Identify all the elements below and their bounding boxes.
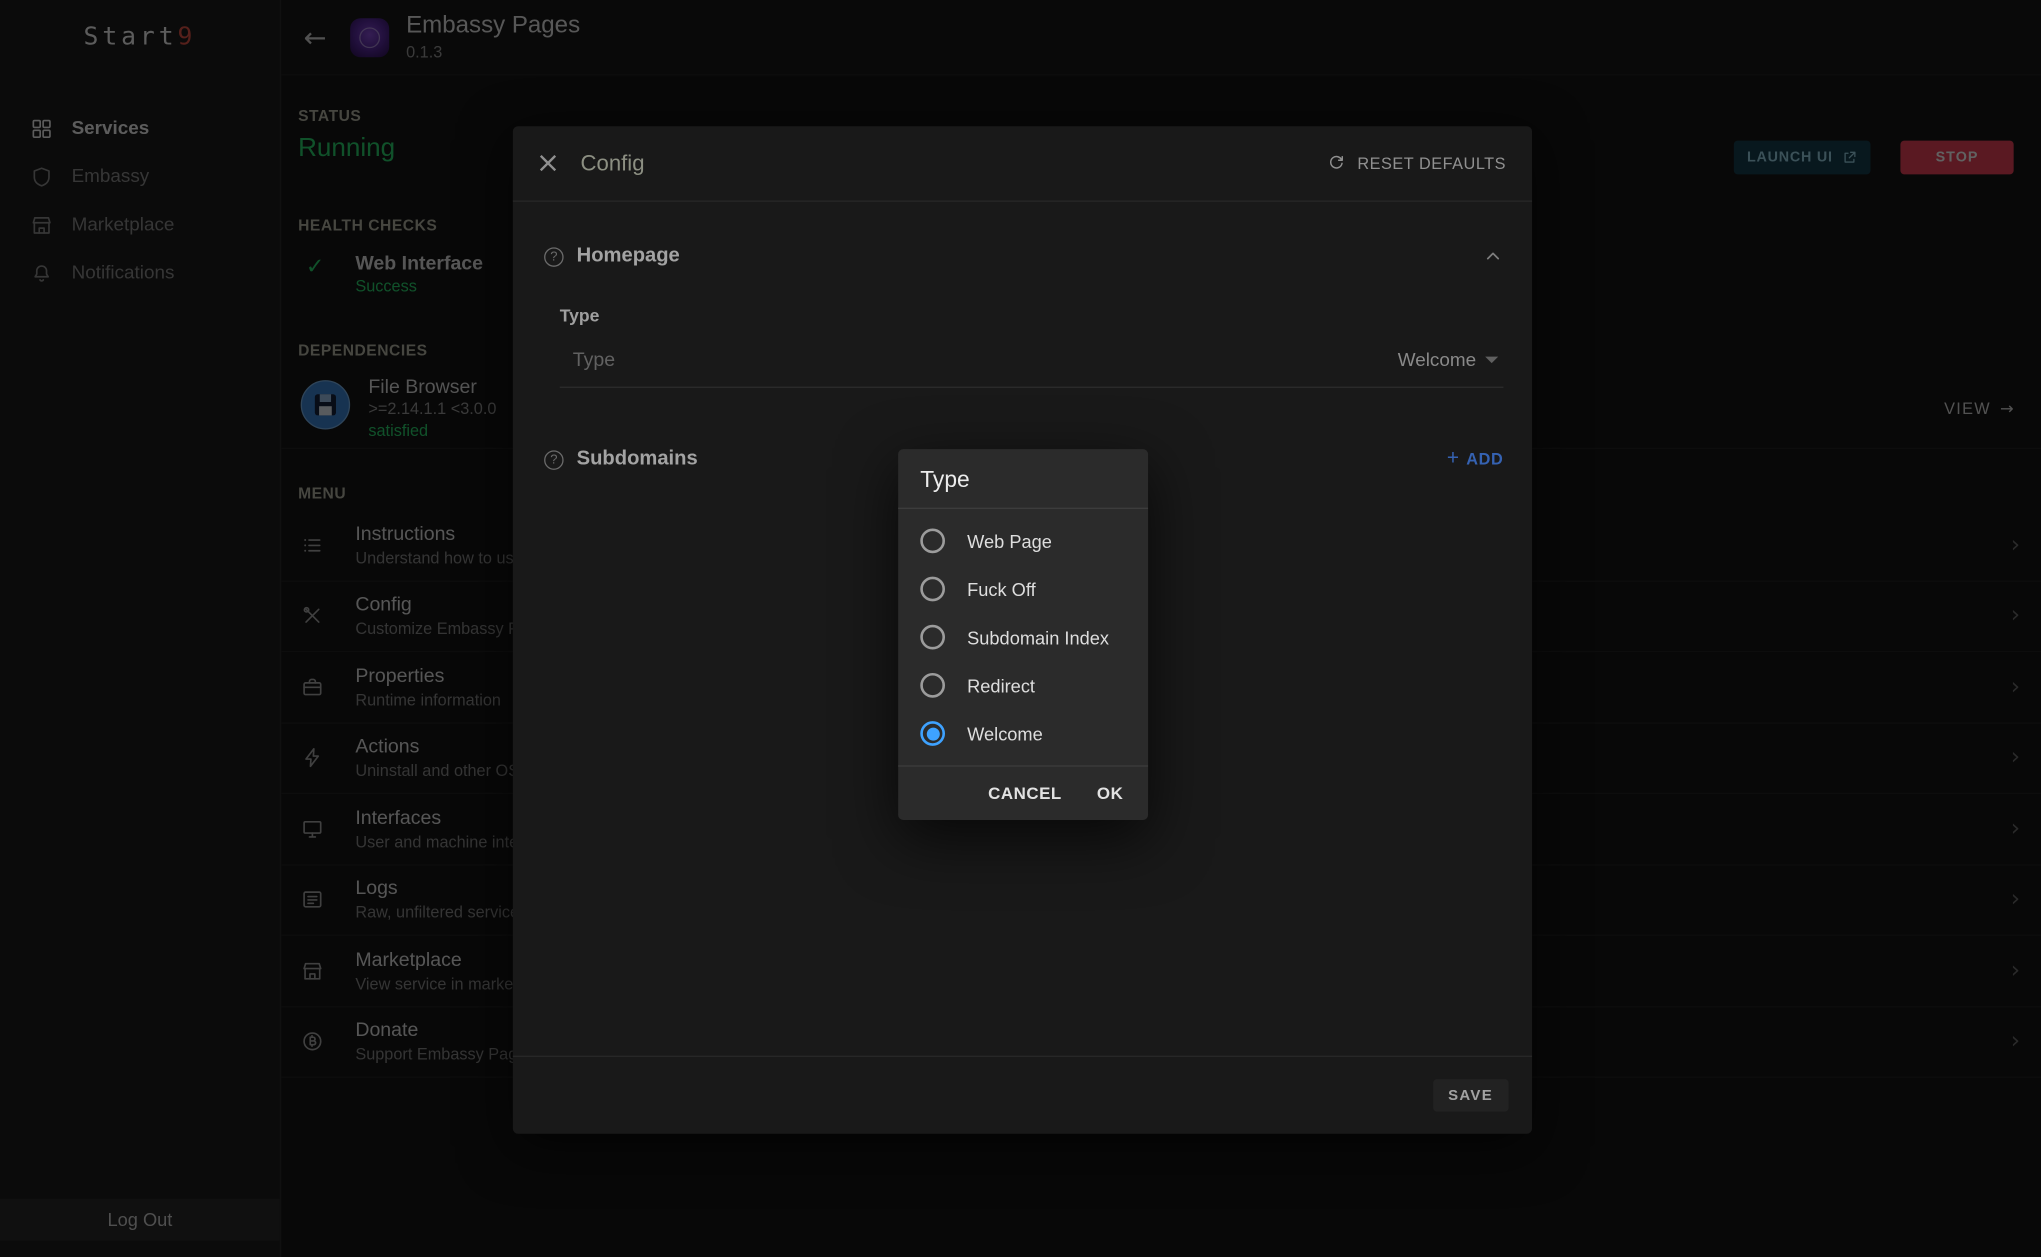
ok-button[interactable]: OK (1097, 784, 1123, 804)
type-dialog: Type Web Page Fuck Off Subdomain Index R… (898, 449, 1148, 820)
cancel-button[interactable]: CANCEL (988, 784, 1062, 804)
type-option-welcome[interactable]: Welcome (898, 709, 1148, 757)
type-dialog-title: Type (898, 449, 1148, 509)
radio-icon (920, 625, 945, 650)
type-options-list: Web Page Fuck Off Subdomain Index Redire… (898, 509, 1148, 765)
type-dialog-actions: CANCEL OK (898, 765, 1148, 820)
radio-selected-icon (920, 721, 945, 746)
type-option-redirect[interactable]: Redirect (898, 661, 1148, 709)
type-option-fuck-off[interactable]: Fuck Off (898, 565, 1148, 613)
type-option-web-page[interactable]: Web Page (898, 517, 1148, 565)
radio-icon (920, 528, 945, 553)
radio-icon (920, 577, 945, 602)
app-root: Start9 Services Embassy Marketplace Noti… (0, 0, 2041, 1257)
radio-icon (920, 673, 945, 698)
type-option-subdomain-index[interactable]: Subdomain Index (898, 613, 1148, 661)
